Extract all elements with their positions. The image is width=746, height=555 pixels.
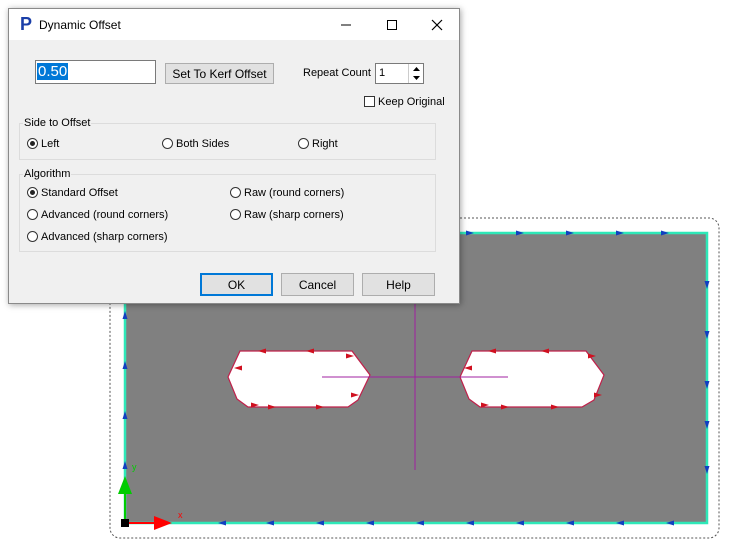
help-button[interactable]: Help xyxy=(362,273,435,296)
cancel-button[interactable]: Cancel xyxy=(281,273,354,296)
spin-up-button[interactable] xyxy=(408,64,423,73)
minimize-button[interactable] xyxy=(323,9,369,40)
offset-value-input[interactable]: 0.50 xyxy=(35,60,156,84)
algo-raw-sharp-radio[interactable] xyxy=(230,209,241,220)
minimize-icon xyxy=(341,24,351,25)
algorithm-title: Algorithm xyxy=(23,168,72,180)
side-both-label[interactable]: Both Sides xyxy=(176,138,229,150)
keep-original-label[interactable]: Keep Original xyxy=(378,96,445,108)
close-button[interactable] xyxy=(414,9,460,40)
algo-standard-label[interactable]: Standard Offset xyxy=(41,187,118,199)
close-icon xyxy=(431,19,443,30)
spin-up-icon xyxy=(412,66,420,71)
slot-hole-left[interactable] xyxy=(227,350,371,408)
side-left-radio[interactable] xyxy=(27,138,38,149)
dynamic-offset-dialog: P Dynamic Offset 0.50 Set To Kerf Offset… xyxy=(8,8,460,304)
maximize-button[interactable] xyxy=(369,9,415,40)
origin-marker xyxy=(121,519,129,527)
title-bar[interactable]: P Dynamic Offset xyxy=(9,9,459,40)
repeat-count-value: 1 xyxy=(379,67,386,79)
spin-down-icon xyxy=(412,76,420,80)
side-right-label[interactable]: Right xyxy=(312,138,338,150)
algo-advanced-round-radio[interactable] xyxy=(27,209,38,220)
side-both-radio[interactable] xyxy=(162,138,173,149)
algo-raw-round-label[interactable]: Raw (round corners) xyxy=(244,187,344,199)
offset-value-text: 0.50 xyxy=(37,63,69,80)
algo-advanced-sharp-radio[interactable] xyxy=(27,231,38,242)
keep-original-checkbox[interactable] xyxy=(364,96,375,107)
algo-advanced-sharp-label[interactable]: Advanced (sharp corners) xyxy=(41,231,168,243)
side-right-radio[interactable] xyxy=(298,138,309,149)
maximize-icon xyxy=(387,19,397,30)
spin-down-button[interactable] xyxy=(408,73,423,83)
axis-y-label: y xyxy=(132,462,137,472)
slot-hole-right[interactable] xyxy=(459,350,605,408)
algo-raw-sharp-label[interactable]: Raw (sharp corners) xyxy=(244,209,344,221)
side-to-offset-title: Side to Offset xyxy=(23,117,92,129)
ok-button[interactable]: OK xyxy=(200,273,273,296)
algo-advanced-round-label[interactable]: Advanced (round corners) xyxy=(41,209,168,221)
algo-raw-round-radio[interactable] xyxy=(230,187,241,198)
app-icon: P xyxy=(20,14,33,34)
algo-standard-radio[interactable] xyxy=(27,187,38,198)
repeat-count-spinner[interactable]: 1 xyxy=(375,63,424,84)
repeat-count-label: Repeat Count xyxy=(303,67,371,79)
set-to-kerf-offset-button[interactable]: Set To Kerf Offset xyxy=(165,63,274,84)
side-left-label[interactable]: Left xyxy=(41,138,59,150)
dialog-title: Dynamic Offset xyxy=(39,18,121,32)
axis-x-label: x xyxy=(178,510,183,520)
